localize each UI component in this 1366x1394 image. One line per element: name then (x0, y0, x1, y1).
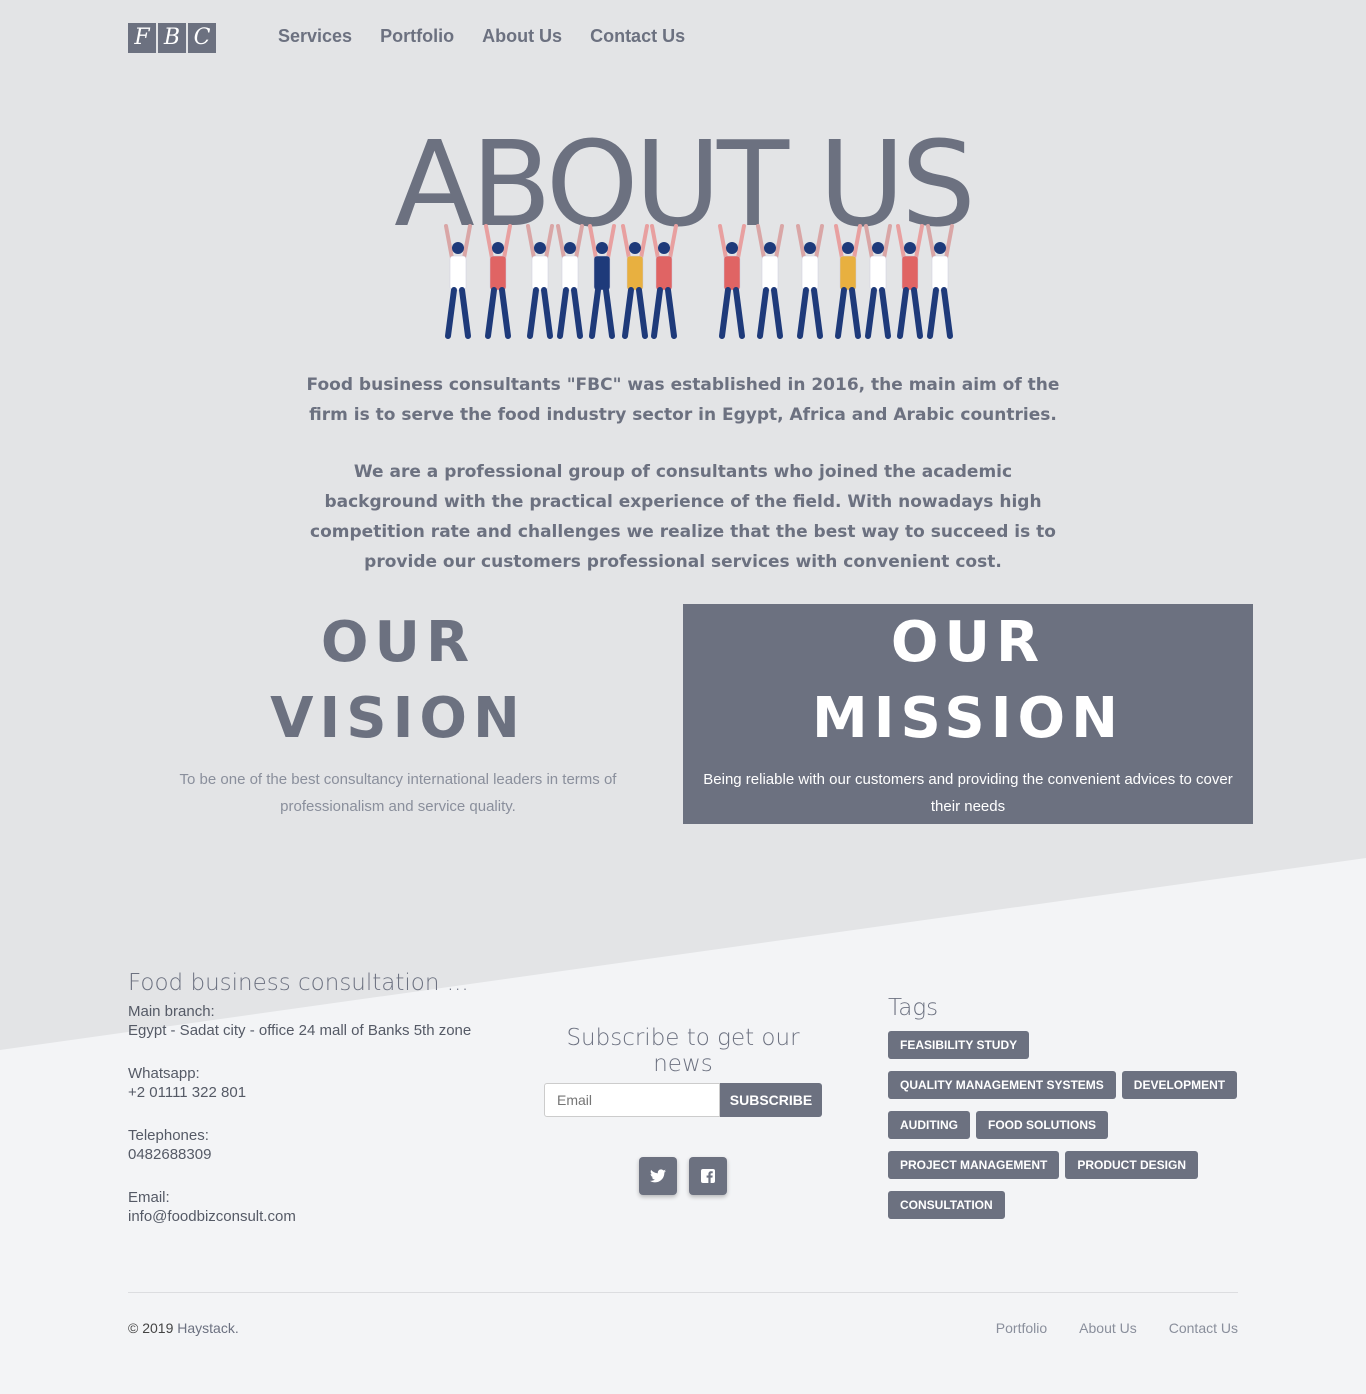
tag-project-management[interactable]: PROJECT MANAGEMENT (888, 1151, 1060, 1179)
intro-paragraph-1: Food business consultants "FBC" was esta… (306, 375, 1060, 425)
footer-link-about-us[interactable]: About Us (1079, 1320, 1137, 1336)
tags-section: Tags FEASIBILITY STUDY QUALITY MANAGEMEN… (888, 995, 1248, 1219)
person-figure (650, 224, 678, 339)
email-label: Email: (128, 1189, 170, 1206)
nav-contact-us[interactable]: Contact Us (590, 26, 685, 47)
footer-contact: Food business consultation ... Main bran… (128, 970, 508, 1250)
telephone-value: 0482688309 (128, 1146, 212, 1163)
tag-consultation[interactable]: CONSULTATION (888, 1191, 1005, 1219)
person-figure (864, 224, 892, 339)
mission-section: OUR MISSION Being reliable with our cust… (683, 604, 1253, 824)
branch-label: Main branch: (128, 1003, 215, 1020)
facebook-icon (701, 1169, 715, 1183)
logo-letter: F (128, 23, 156, 53)
twitter-button[interactable] (639, 1157, 677, 1195)
crowd-illustration (444, 224, 954, 339)
person-figure (556, 224, 584, 339)
person-figure (756, 224, 784, 339)
person-figure (834, 224, 862, 339)
intro-paragraph-2: We are a professional group of consultan… (310, 462, 1056, 572)
whatsapp-label: Whatsapp: (128, 1065, 200, 1082)
twitter-icon (650, 1169, 666, 1183)
subscribe-form: SUBSCRIBE (544, 1083, 822, 1117)
footer-divider (128, 1292, 1238, 1293)
person-figure (896, 224, 924, 339)
facebook-button[interactable] (689, 1157, 727, 1195)
logo-letter: C (188, 23, 216, 53)
footer-link-contact-us[interactable]: Contact Us (1169, 1320, 1238, 1336)
subscribe-title: Subscribe to get our news (566, 1025, 800, 1077)
person-figure (718, 224, 746, 339)
footer-links: Portfolio About Us Contact Us (996, 1320, 1238, 1336)
branch-value: Egypt - Sadat city - office 24 mall of B… (128, 1022, 472, 1039)
mission-heading-line1: OUR (890, 610, 1046, 675)
tag-food-solutions[interactable]: FOOD SOLUTIONS (976, 1111, 1108, 1139)
tag-list: FEASIBILITY STUDY QUALITY MANAGEMENT SYS… (888, 1031, 1248, 1219)
email-info: Email: info@foodbizconsult.com (128, 1188, 508, 1226)
person-figure (621, 224, 649, 339)
tag-feasibility-study[interactable]: FEASIBILITY STUDY (888, 1031, 1030, 1059)
footer-title: Food business consultation ... (128, 970, 469, 996)
person-figure (588, 224, 616, 339)
site-header: F B C (128, 22, 216, 54)
tag-auditing[interactable]: AUDITING (888, 1111, 970, 1139)
tag-development[interactable]: DEVELOPMENT (1121, 1071, 1238, 1099)
telephone-info: Telephones: 0482688309 (128, 1126, 508, 1164)
footer-link-portfolio[interactable]: Portfolio (996, 1320, 1047, 1336)
vision-text: To be one of the best consultancy intern… (179, 771, 617, 815)
vision-section: OUR VISION To be one of the best consult… (128, 604, 668, 824)
nav-portfolio[interactable]: Portfolio (380, 26, 454, 47)
person-figure (444, 224, 472, 339)
person-figure (484, 224, 512, 339)
logo-letter: B (158, 23, 186, 53)
tag-product-design[interactable]: PRODUCT DESIGN (1065, 1151, 1199, 1179)
email-input[interactable] (544, 1083, 720, 1117)
telephone-label: Telephones: (128, 1127, 209, 1144)
nav-about-us[interactable]: About Us (482, 26, 562, 47)
branch-info: Main branch: Egypt - Sadat city - office… (128, 1002, 508, 1040)
mission-text: Being reliable with our customers and pr… (703, 771, 1233, 815)
copyright: © 2019 Haystack. (128, 1320, 239, 1336)
person-figure (526, 224, 554, 339)
logo[interactable]: F B C (128, 23, 216, 53)
email-value[interactable]: info@foodbizconsult.com (128, 1207, 508, 1226)
mission-heading-line2: MISSION (811, 686, 1125, 751)
person-figure (796, 224, 824, 339)
vision-heading-line1: OUR (320, 610, 476, 675)
copyright-prefix: © 2019 (128, 1320, 174, 1336)
whatsapp-info: Whatsapp: +2 01111 322 801 (128, 1064, 508, 1102)
main-nav: Services Portfolio About Us Contact Us (278, 26, 685, 47)
vision-heading-line2: VISION (270, 686, 526, 751)
whatsapp-value: +2 01111 322 801 (128, 1084, 247, 1101)
subscribe-button[interactable]: SUBSCRIBE (720, 1083, 822, 1117)
tag-quality-management-systems[interactable]: QUALITY MANAGEMENT SYSTEMS (888, 1071, 1116, 1099)
copyright-name[interactable]: Haystack. (177, 1320, 238, 1336)
social-links (544, 1157, 822, 1195)
tags-title: Tags (888, 995, 939, 1021)
nav-services[interactable]: Services (278, 26, 352, 47)
person-figure (926, 224, 954, 339)
subscribe-block: Subscribe to get our news SUBSCRIBE (544, 1025, 822, 1195)
